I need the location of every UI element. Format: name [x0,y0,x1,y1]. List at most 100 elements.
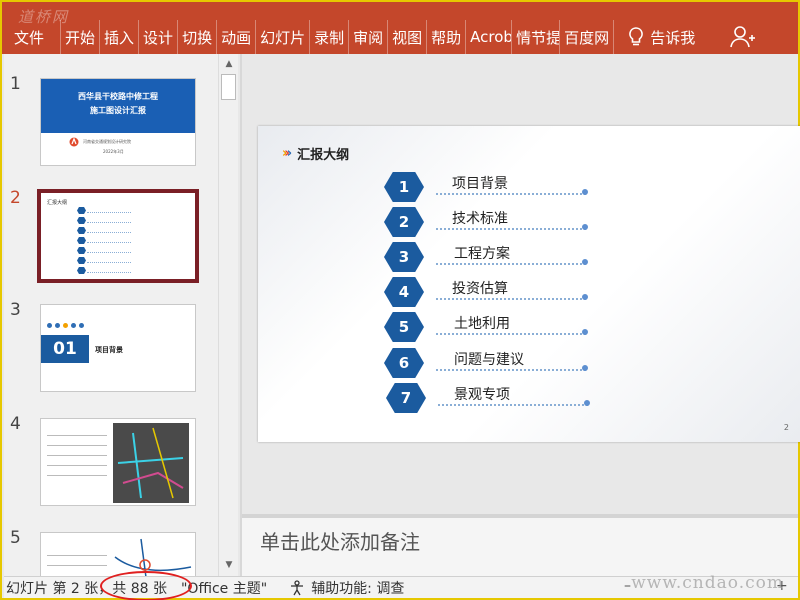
current-slide[interactable]: › › › 汇报大纲 1 项目背景 2 技术标准 3 工程方案 4 投资估算 5… [258,126,800,442]
outline-item[interactable]: 7 景观专项 [386,383,596,413]
tab-design[interactable]: 设计 [139,20,179,54]
outline-dotted-line [438,404,588,406]
tab-acrobat[interactable]: Acrob [466,20,513,54]
outline-number-badge: 5 [384,312,424,342]
thumbnail-number: 4 [10,414,21,434]
tell-me-label: 告诉我 [650,28,696,47]
outline-dotted-line [436,193,586,195]
tab-review[interactable]: 审阅 [349,20,389,54]
thumbnail-hex [77,267,86,274]
thumbnail-dot-icon [63,323,68,328]
outline-dotted-line [436,333,586,335]
watermark-logo: 道桥网 [18,8,70,26]
scroll-up-icon[interactable]: ▲ [222,57,236,71]
thumbnail-title-line-2: 施工图设计汇报 [90,106,146,115]
scrollbar-thumb[interactable] [221,74,236,100]
tab-record[interactable]: 录制 [310,20,350,54]
outline-item[interactable]: 1 项目背景 [384,172,594,202]
thumbnail-hex [77,237,86,244]
thumbnail-hex [77,227,86,234]
thumbnail-dotline [87,232,131,233]
thumbnail-dot-icon [55,323,60,328]
tab-transitions[interactable]: 切换 [178,20,218,54]
thumbnail-text-line [47,435,107,436]
thumbnail-section-title: 项目背景 [95,346,123,354]
tab-baidu[interactable]: 百度网 [560,20,615,54]
tab-animations[interactable]: 动画 [217,20,257,54]
status-bar: 幻灯片 第 2 张，共 88 张 "Office 主题" 辅助功能: 调查 – … [4,571,798,600]
tab-help[interactable]: 帮助 [427,20,467,54]
thumbnail-dotline [87,212,131,213]
tab-insert[interactable]: 插入 [100,20,140,54]
thumbnail-dotline [87,272,131,273]
outline-end-dot [582,189,588,195]
outline-item-label: 工程方案 [454,246,510,262]
thumbnail-number: 1 [10,74,21,94]
outline-item-label: 项目背景 [452,176,508,192]
ribbon: 道桥网 文件 开始 插入 设计 切换 动画 幻灯片 录制 审阅 视图 帮助 Ac… [2,2,798,54]
outline-number-badge: 4 [384,277,424,307]
thumbnail-hex [77,257,86,264]
thumbnail-text-line [47,565,107,566]
thumbnail-scrollbar[interactable]: ▲ ▼ [218,54,238,576]
thumbnail-slide-1[interactable]: 西华县干校路中修工程 施工图设计汇报 河南省交通规划设计研究院 2022年3月 [40,78,196,166]
slide-page-number: 2 [783,423,789,432]
thumbnail-text-line [47,465,107,466]
outline-item[interactable]: 4 投资估算 [384,277,594,307]
thumbnail-slide-5[interactable] [40,532,196,576]
outline-item[interactable]: 3 工程方案 [384,242,594,272]
zoom-out-icon[interactable]: – [624,578,631,594]
outline-number-badge: 7 [386,383,426,413]
thumbnail-text-line [47,455,107,456]
thumbnail-slide-2[interactable]: 汇报大纲 [37,189,199,283]
ribbon-tabs: 文件 开始 插入 设计 切换 动画 幻灯片 录制 审阅 视图 帮助 Acrob … [2,20,798,54]
thumbnail-dotline [87,262,131,263]
outline-item[interactable]: 2 技术标准 [384,207,594,237]
outline-end-dot [582,224,588,230]
thumbnail-title-line-1: 西华县干校路中修工程 [78,92,158,101]
thumbnail-dot-icon [47,323,52,328]
accessibility-label: 辅助功能: 调查 [311,580,405,597]
highlight-circle [100,571,192,600]
slide-title[interactable]: › › › 汇报大纲 [282,144,349,163]
thumbnail-text-line [47,555,107,556]
outline-item-label: 问题与建议 [454,352,524,368]
outline-item-label: 技术标准 [452,211,508,227]
notes-placeholder[interactable]: 单击此处添加备注 [260,526,420,555]
outline-item-label: 土地利用 [454,316,510,332]
chevrons-icon: › › › [282,146,293,161]
notes-pane[interactable]: 单击此处添加备注 [242,518,798,576]
outline-number-badge: 2 [384,207,424,237]
outline-item[interactable]: 6 问题与建议 [384,348,594,378]
thumbnail-org: 河南省交通规划设计研究院 [83,139,131,144]
outline-number-badge: 6 [384,348,424,378]
scroll-down-icon[interactable]: ▼ [222,558,236,572]
tab-slideshow[interactable]: 幻灯片 [256,20,311,54]
outline-dotted-line [436,263,586,265]
watermark-url: www.cndao.com [631,573,784,593]
outline-end-dot [582,259,588,265]
outline-number-badge: 1 [384,172,424,202]
thumbnail-dotline [87,242,131,243]
thumbnail-heading: 汇报大纲 [47,200,68,206]
thumbnail-text-line [47,475,107,476]
slide-title-text: 汇报大纲 [297,148,350,163]
thumbnail-number: 5 [10,528,21,548]
thumbnail-dot-icon [71,323,76,328]
tab-intel[interactable]: 情节提 [512,20,561,54]
accessibility-status[interactable]: 辅助功能: 调查 [289,578,404,598]
thumbnail-number: 2 [10,188,21,208]
outline-end-dot [584,400,590,406]
thumbnail-slide-4[interactable] [40,418,196,506]
tell-me-search[interactable]: 告诉我 [622,24,695,50]
outline-item-label: 投资估算 [452,281,508,297]
outline-end-dot [582,329,588,335]
thumbnail-dotline [87,222,131,223]
outline-dotted-line [436,228,586,230]
thumbnail-slide-3[interactable]: 01 项目背景 [40,304,196,392]
outline-item[interactable]: 5 土地利用 [384,312,594,342]
user-icon[interactable] [729,24,756,50]
thumbnail-number: 3 [10,300,21,320]
tab-view[interactable]: 视图 [388,20,428,54]
outline-item-label: 景观专项 [454,387,510,403]
